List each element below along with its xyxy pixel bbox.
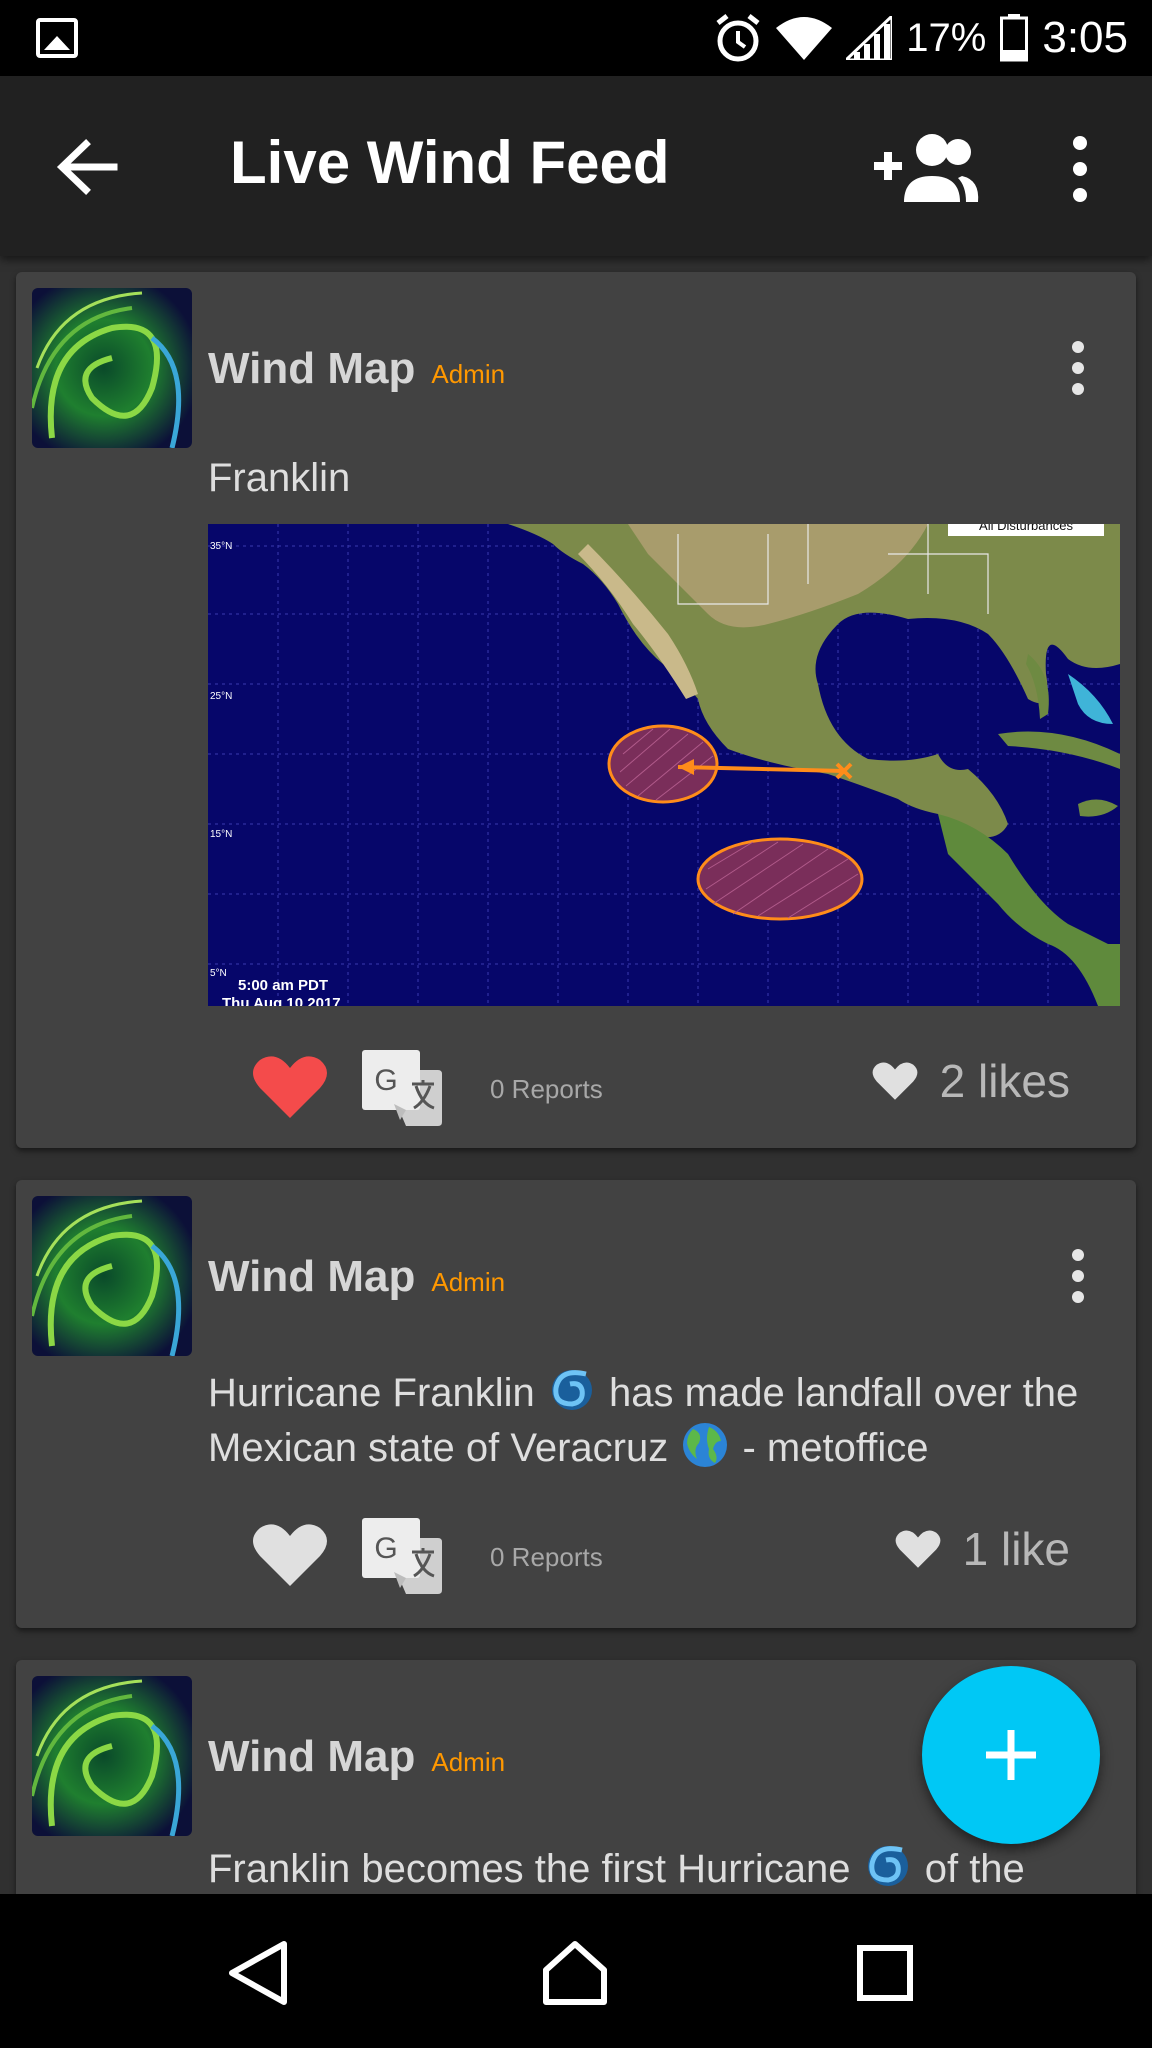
translate-icon[interactable]: G [362,1518,442,1594]
lat-label: 5°N [210,968,227,979]
post-image-map[interactable]: All Disturbances 35°N 25°N 15°N 5°N 5:00… [208,524,1120,1006]
heart-small-icon [872,1062,918,1100]
post-actions: G 0 Reports 2 likes [16,1042,1136,1132]
cyclone-icon [551,1370,592,1410]
gallery-icon [36,18,78,58]
lat-label: 35°N [210,541,232,552]
wifi-icon [776,17,833,60]
post-text-part: of the [924,1847,1025,1891]
post-card: Wind Map Admin Hurricane Franklin has ma… [16,1180,1136,1628]
status-bar: 17% 3:05 [0,0,1152,76]
heart-filled-icon[interactable] [252,1054,328,1120]
more-vert-icon[interactable] [1060,134,1100,204]
more-vert-icon[interactable] [1068,340,1088,396]
home-icon[interactable] [540,1938,610,2008]
author-name[interactable]: Wind Map [208,344,415,394]
svg-text:G: G [374,1064,397,1097]
add-group-icon[interactable] [870,130,980,204]
recents-icon[interactable] [850,1938,920,2008]
more-vert-icon[interactable] [1068,1248,1088,1304]
translate-icon[interactable]: G [362,1050,442,1126]
add-post-fab[interactable] [922,1666,1100,1844]
arrow-back-icon[interactable] [52,132,122,202]
clock: 3:05 [1042,13,1128,62]
post-card: Wind Map Admin Franklin All Disturbances… [16,272,1136,1148]
post-text: Hurricane Franklin has made landfall ove… [208,1364,1108,1474]
post-text: Franklin becomes the first Hurricane of … [208,1840,1148,1894]
map-caption-time: 5:00 am PDT [238,977,328,994]
globe-icon [683,1423,728,1467]
avatar[interactable] [32,1196,192,1356]
admin-badge: Admin [431,359,506,389]
cyclone-icon [867,1846,908,1886]
reports-count[interactable]: 0 Reports [490,1074,603,1105]
likes-count[interactable]: 2 likes [940,1054,1070,1108]
post-text-part: Hurricane Franklin [208,1371,535,1415]
lat-label: 25°N [210,691,232,702]
heart-small-icon [895,1530,941,1568]
avatar[interactable] [32,288,192,448]
app-bar: Live Wind Feed [0,76,1152,256]
post-actions: G 0 Reports 1 like [16,1510,1136,1600]
post-text-part: - metoffice [742,1426,929,1470]
post-text-part: Franklin becomes the first Hurricane [208,1847,851,1891]
feed: Wind Map Admin Franklin All Disturbances… [0,256,1152,1894]
likes-count[interactable]: 1 like [963,1522,1070,1576]
post-text: Franklin [208,456,351,500]
plus-icon [986,1730,1036,1780]
admin-badge: Admin [431,1267,506,1297]
page-title: Live Wind Feed [230,129,670,196]
author-name[interactable]: Wind Map [208,1732,415,1782]
author-name[interactable]: Wind Map [208,1252,415,1302]
alarm-icon [716,14,760,62]
battery-icon [1000,14,1029,62]
lat-label: 15°N [210,829,232,840]
admin-badge: Admin [431,1747,506,1777]
map-caption-date: Thu Aug 10 2017 [222,995,341,1006]
svg-text:G: G [374,1532,397,1565]
back-triangle-icon[interactable] [224,1938,294,2008]
avatar[interactable] [32,1676,192,1836]
system-nav-bar [0,1894,1152,2048]
signal-icon [846,16,893,60]
battery-percent: 17% [906,15,987,60]
heart-outline-icon[interactable] [252,1522,328,1588]
legend-label: All Disturbances [979,524,1073,533]
reports-count[interactable]: 0 Reports [490,1542,603,1573]
